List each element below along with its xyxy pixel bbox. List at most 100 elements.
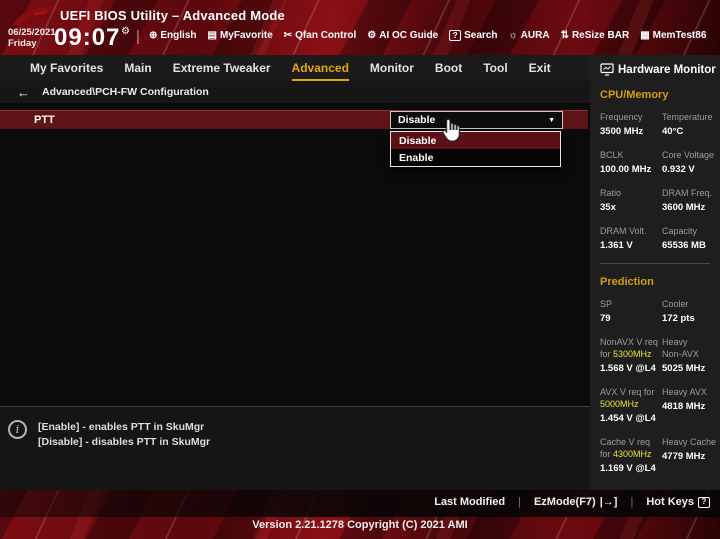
bottom-banner: Last Modified | EzMode(F7) |→] | Hot Key…: [0, 490, 720, 539]
tab-tool[interactable]: Tool: [483, 55, 507, 81]
question-mark-icon: ?: [698, 496, 710, 508]
ezmode-switch-icon: |→]: [599, 496, 618, 508]
ptt-dropdown[interactable]: Disable ▼: [390, 111, 563, 129]
hm-row: AVX V req for 5000MHz 1.454 V @L4 Heavy …: [600, 386, 716, 425]
quickbar-item-memtest86[interactable]: ▦ MemTest86: [640, 30, 706, 41]
help-text: [Enable] - enables PTT in SkuMgr [Disabl…: [38, 420, 210, 450]
metric-value: 1.361 V: [600, 240, 633, 251]
metric-label: for 4300MHz: [600, 449, 652, 459]
quickbar-label: MyFavorite: [219, 30, 273, 41]
help-line-enable: [Enable] - enables PTT in SkuMgr: [38, 421, 205, 433]
hm-row: BCLK 100.00 MHz Core Voltage 0.932 V: [600, 149, 716, 176]
hm-row: Ratio 35x DRAM Freq. 3600 MHz: [600, 187, 716, 214]
hot-keys-label: Hot Keys: [646, 496, 694, 508]
quickbar-item-aura[interactable]: ☼ AURA: [509, 30, 550, 41]
metric-label: Heavy Cache: [662, 437, 717, 447]
tab-advanced[interactable]: Advanced: [291, 55, 349, 81]
version-text: Version 2.21.1278 Copyright (C) 2021 AMI: [252, 519, 468, 531]
hm-row: SP 79 Cooler 172 pts: [600, 298, 716, 325]
titlebar-divider: |: [136, 28, 140, 45]
ezmode-button[interactable]: EzMode(F7) |→]: [534, 496, 617, 508]
help-line-disable: [Disable] - disables PTT in SkuMgr: [38, 436, 211, 448]
breadcrumb: Advanced\PCH-FW Configuration: [42, 86, 209, 98]
section-title-prediction: Prediction: [600, 276, 654, 288]
quickbar-label: Qfan Control: [295, 30, 357, 41]
gear-icon: ⚙: [367, 29, 377, 41]
metric-label: Core Voltage: [662, 150, 715, 160]
time-settings-gear-icon[interactable]: ⚙: [121, 26, 130, 37]
footer-controls: Last Modified | EzMode(F7) |→] | Hot Key…: [434, 496, 710, 508]
metric-label: Cooler: [662, 299, 689, 309]
date-value: 06/25/2021: [8, 27, 56, 38]
quickbar-item-myfavorite[interactable]: ▤ MyFavorite: [208, 30, 273, 41]
tab-my-favorites[interactable]: My Favorites: [30, 55, 103, 81]
tab-monitor[interactable]: Monitor: [370, 55, 414, 81]
hardware-monitor-header: Hardware Monitor: [600, 63, 716, 76]
tab-exit[interactable]: Exit: [529, 55, 551, 81]
metric-value: 40°C: [662, 126, 684, 137]
tab-extreme-tweaker[interactable]: Extreme Tweaker: [173, 55, 271, 81]
top-banner: UEFI BIOS Utility – Advanced Mode 06/25/…: [0, 0, 720, 55]
tab-boot[interactable]: Boot: [435, 55, 462, 81]
metric-value: 172 pts: [662, 313, 695, 324]
hm-row: NonAVX V req for 5300MHz 1.568 V @L4 Hea…: [600, 336, 716, 375]
metric-value: 65536 MB: [662, 240, 706, 251]
quickbar-label: MemTest86: [652, 30, 707, 41]
ptt-dropdown-list: Disable Enable: [390, 131, 561, 167]
quickbar-item-ai-oc-guide[interactable]: ⚙ AI OC Guide: [367, 30, 438, 41]
quickbar: ⊕ English ▤ MyFavorite ✂ Qfan Control ⚙ …: [149, 30, 706, 41]
metric-label: 5000MHz: [600, 399, 639, 409]
metric-value: 100.00 MHz: [600, 164, 652, 175]
resize-bar-icon: ⇅: [560, 29, 569, 41]
date-display: 06/25/2021 Friday: [8, 27, 56, 49]
quickbar-item-resize-bar[interactable]: ⇅ ReSize BAR: [561, 30, 630, 41]
hm-row: DRAM Volt. 1.361 V Capacity 65536 MB: [600, 225, 716, 252]
back-arrow-icon[interactable]: ←: [17, 85, 30, 100]
day-value: Friday: [8, 38, 37, 49]
metric-value: 79: [600, 313, 611, 324]
favorite-card-icon: ▤: [207, 29, 217, 41]
help-panel: i [Enable] - enables PTT in SkuMgr [Disa…: [0, 406, 590, 490]
quickbar-label: English: [160, 30, 197, 41]
chevron-down-icon: ▼: [548, 116, 555, 124]
metric-value: 1.454 V @L4: [600, 413, 656, 424]
hardware-monitor-panel: Hardware Monitor CPU/Memory Frequency 35…: [590, 55, 720, 490]
panel-divider: [600, 263, 710, 264]
metric-value: 3500 MHz: [600, 126, 644, 137]
metric-value: 4779 MHz: [662, 451, 706, 462]
metric-value: 1.568 V @L4: [600, 363, 656, 374]
aura-light-icon: ☼: [508, 29, 518, 41]
metric-label: for 5300MHz: [600, 349, 652, 359]
setting-label-ptt: PTT: [34, 114, 55, 126]
quickbar-item-search[interactable]: ? Search: [449, 30, 498, 41]
section-title-cpu-memory: CPU/Memory: [600, 89, 669, 101]
quickbar-label: AURA: [520, 30, 550, 41]
quickbar-item-english[interactable]: ⊕ English: [149, 30, 197, 41]
metric-label: Frequency: [600, 112, 643, 122]
bios-screen: UEFI BIOS Utility – Advanced Mode 06/25/…: [0, 0, 720, 539]
memtest-chip-icon: ▦: [640, 29, 650, 41]
hm-row: Frequency 3500 MHz Temperature 40°C: [600, 111, 716, 138]
metric-label: DRAM Volt.: [600, 226, 647, 236]
breadcrumb-bar: ← Advanced\PCH-FW Configuration: [0, 81, 590, 103]
metric-label: AVX V req for: [600, 387, 655, 397]
globe-icon: ⊕: [149, 29, 158, 41]
hm-row: Cache V req for 4300MHz 1.169 V @L4 Heav…: [600, 436, 716, 475]
metric-value: 5025 MHz: [662, 363, 706, 374]
hardware-monitor-title: Hardware Monitor: [618, 63, 716, 76]
footer-divider: |: [518, 496, 521, 508]
dropdown-option-disable[interactable]: Disable: [391, 132, 560, 149]
last-modified-button[interactable]: Last Modified: [434, 496, 505, 508]
quickbar-item-qfan-control[interactable]: ✂ Qfan Control: [284, 30, 357, 41]
hot-keys-button[interactable]: Hot Keys ?: [646, 496, 710, 508]
dropdown-option-enable[interactable]: Enable: [391, 149, 560, 166]
metric-value: 1.169 V @L4: [600, 463, 656, 474]
metric-label: Non-AVX: [662, 349, 699, 359]
footer-divider: |: [630, 496, 634, 508]
metric-label: Cache V req: [600, 437, 651, 447]
metric-value: 4818 MHz: [662, 401, 706, 412]
info-icon: i: [8, 420, 27, 439]
metric-label: DRAM Freq.: [662, 188, 713, 198]
metric-label: Capacity: [662, 226, 698, 236]
tab-main[interactable]: Main: [124, 55, 151, 81]
